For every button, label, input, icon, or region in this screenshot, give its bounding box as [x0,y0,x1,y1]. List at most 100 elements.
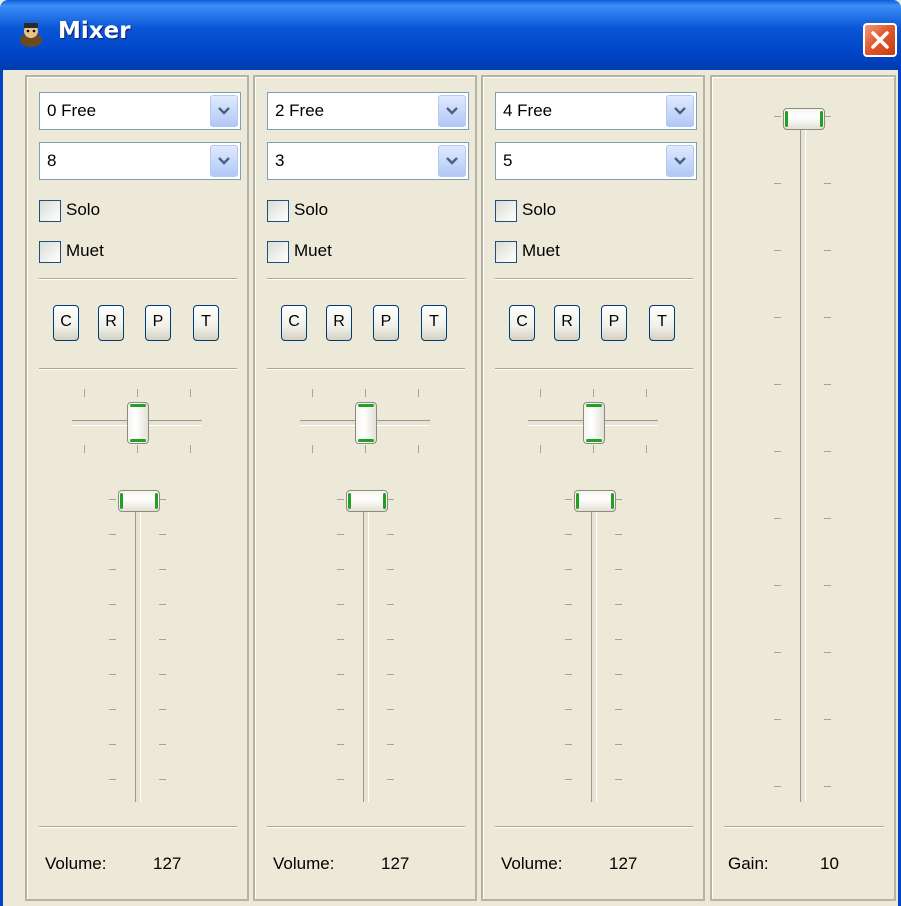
checkbox-box[interactable] [495,241,517,263]
dropdown-arrow[interactable] [438,145,466,177]
slider-tick [337,744,344,745]
slider-tick [387,534,394,535]
slider-tick [109,639,116,640]
button-label: P [380,313,392,330]
channel-select[interactable]: 3 [267,142,469,180]
button-label: P [152,313,164,330]
channel-button-c[interactable]: C [509,305,535,341]
dropdown-arrow[interactable] [210,145,238,177]
chevron-down-icon [446,157,458,165]
slider-tick [824,518,831,519]
separator [267,826,465,828]
channel-panel: 0 Free 8 Solo Muet C R P T Volume: 127 [25,75,249,901]
slider-tick [615,709,622,710]
slider-tick [387,674,394,675]
slider-tick [565,569,572,570]
checkbox-box[interactable] [267,241,289,263]
separator [39,826,237,828]
port-select[interactable]: 2 Free [267,92,469,130]
slider-tick [159,674,166,675]
volume-slider-thumb[interactable] [346,490,388,512]
separator [39,278,237,280]
channel-button-t[interactable]: T [193,305,219,341]
channel-select-value: 5 [503,151,513,170]
gain-slider-thumb[interactable] [783,108,825,130]
volume-slider-track[interactable] [363,497,369,802]
slider-tick [387,499,394,500]
pan-slider-thumb[interactable] [583,402,605,444]
slider-tick [774,719,781,720]
dropdown-arrow[interactable] [438,95,466,127]
slider-tick [824,317,831,318]
slider-tick [774,384,781,385]
channel-button-p[interactable]: P [145,305,171,341]
pan-slider-thumb[interactable] [127,402,149,444]
slider-tick [774,652,781,653]
slider-tick [615,499,622,500]
gain-slider-track[interactable] [800,122,806,802]
dropdown-arrow[interactable] [666,145,694,177]
channel-button-t[interactable]: T [421,305,447,341]
checkbox-box[interactable] [39,241,61,263]
slider-tick [593,389,594,397]
port-select[interactable]: 0 Free [39,92,241,130]
slider-tick [337,604,344,605]
port-select-value: 4 Free [503,101,553,120]
pan-slider-thumb[interactable] [355,402,377,444]
slider-tick [593,445,594,453]
channel-button-r[interactable]: R [326,305,352,341]
close-button[interactable] [863,23,897,57]
channel-button-t[interactable]: T [649,305,675,341]
button-label: R [333,313,345,330]
slider-tick [109,534,116,535]
channel-select-value: 3 [275,151,285,170]
mixer-window: Mixer 0 Free 8 Solo Muet C R P T Volume: 1… [0,0,901,906]
slider-tick [774,250,781,251]
button-label: R [105,313,117,330]
slider-tick [824,451,831,452]
slider-tick [565,709,572,710]
volume-slider-track[interactable] [591,497,597,802]
volume-value: 127 [153,854,182,873]
slider-tick [824,786,831,787]
mute-label: Muet [294,241,332,260]
channel-button-c[interactable]: C [281,305,307,341]
slider-tick [615,569,622,570]
channel-button-r[interactable]: R [554,305,580,341]
checkbox-box[interactable] [39,200,61,222]
channel-select[interactable]: 5 [495,142,697,180]
dropdown-arrow[interactable] [210,95,238,127]
volume-label: Volume: [273,854,335,873]
volume-slider-thumb[interactable] [118,490,160,512]
slider-tick [337,499,344,500]
channel-button-c[interactable]: C [53,305,79,341]
slider-tick [337,534,344,535]
checkbox-box[interactable] [267,200,289,222]
master-panel: Gain: 10 [710,75,896,901]
port-select[interactable]: 4 Free [495,92,697,130]
slider-tick [824,116,831,117]
slider-tick [337,639,344,640]
slider-tick [774,116,781,117]
button-label: C [60,313,72,330]
slider-tick [615,779,622,780]
slider-tick [615,604,622,605]
channel-button-p[interactable]: P [601,305,627,341]
slider-tick [387,604,394,605]
channel-select[interactable]: 8 [39,142,241,180]
volume-slider-track[interactable] [135,497,141,802]
slider-tick [418,445,419,453]
channel-button-r[interactable]: R [98,305,124,341]
slider-tick [774,451,781,452]
solo-label: Solo [294,200,329,219]
volume-slider-thumb[interactable] [574,490,616,512]
chevron-down-icon [218,157,230,165]
slider-tick [159,499,166,500]
channel-button-p[interactable]: P [373,305,399,341]
volume-label: Volume: [501,854,563,873]
title-bar[interactable]: Mixer [0,0,901,70]
checkbox-box[interactable] [495,200,517,222]
dropdown-arrow[interactable] [666,95,694,127]
slider-tick [159,534,166,535]
slider-tick [565,604,572,605]
